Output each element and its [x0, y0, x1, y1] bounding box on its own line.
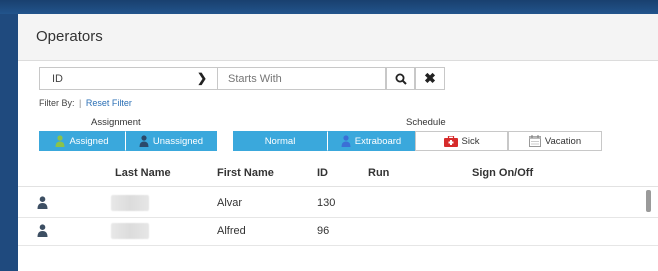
panel-header: Operators	[18, 14, 658, 61]
assignment-label: Assignment	[91, 117, 141, 128]
search-input[interactable]	[218, 67, 386, 90]
scrollbar[interactable]	[646, 190, 651, 212]
unassigned-toggle[interactable]: Unassigned	[125, 131, 217, 151]
first-name-cell: Alvar	[217, 197, 243, 209]
vacation-label: Vacation	[544, 135, 582, 147]
table-row[interactable]: Alvar 130	[18, 189, 658, 218]
vacation-toggle[interactable]: Vacation	[508, 131, 602, 151]
user-icon	[37, 196, 48, 209]
page-title: Operators	[36, 28, 103, 45]
column-header-first-name[interactable]: First Name	[217, 167, 274, 179]
first-name-cell: Alfred	[217, 225, 246, 237]
id-cell: 130	[317, 197, 336, 209]
unassigned-label: Unassigned	[152, 135, 204, 147]
close-icon: ✖	[424, 70, 436, 86]
last-name-redacted	[111, 195, 149, 211]
table-header: Last Name First Name ID Run Sign On/Off	[18, 162, 658, 187]
column-header-sign-on-off[interactable]: Sign On/Off	[472, 167, 533, 179]
normal-label: Normal	[264, 135, 296, 147]
field-select-value: ID	[52, 73, 63, 85]
search-icon	[395, 73, 407, 85]
chevron-down-icon: ❯	[196, 71, 207, 85]
clear-button[interactable]: ✖	[415, 67, 445, 90]
first-aid-kit-icon	[443, 135, 458, 147]
id-cell: 96	[317, 225, 330, 237]
column-header-id[interactable]: ID	[317, 167, 328, 179]
separator: |	[79, 98, 82, 108]
extraboard-label: Extraboard	[354, 135, 402, 147]
schedule-label: Schedule	[406, 117, 446, 128]
assigned-label: Assigned	[69, 135, 109, 147]
person-icon	[341, 135, 351, 147]
table-row[interactable]: Alfred 96	[18, 217, 658, 246]
column-header-last-name[interactable]: Last Name	[115, 167, 171, 179]
sick-label: Sick	[461, 135, 480, 147]
person-icon	[139, 135, 149, 147]
field-select[interactable]: ID ❯	[39, 67, 218, 90]
search-button[interactable]	[386, 67, 415, 90]
sick-toggle[interactable]: Sick	[415, 131, 508, 151]
reset-filter-link[interactable]: Reset Filter	[86, 98, 132, 108]
calendar-icon	[528, 135, 541, 147]
assigned-toggle[interactable]: Assigned	[39, 131, 125, 151]
filter-by-label: Filter By:	[39, 98, 75, 108]
window-frame	[0, 0, 658, 14]
last-name-redacted	[111, 223, 149, 239]
person-icon	[55, 135, 65, 147]
filter-by-bar: Filter By: | Reset Filter	[39, 98, 132, 108]
user-icon	[37, 224, 48, 237]
column-header-run[interactable]: Run	[368, 167, 389, 179]
extraboard-toggle[interactable]: Extraboard	[327, 131, 415, 151]
normal-toggle[interactable]: Normal	[233, 131, 327, 151]
operators-panel: Operators ID ❯ ✖ Filter By: | Reset Filt…	[18, 14, 658, 271]
